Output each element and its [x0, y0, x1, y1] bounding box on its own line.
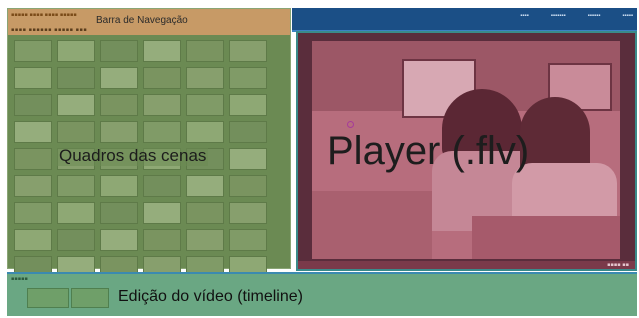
- nav-menu-row[interactable]: ▪▪▪▪ ▪▪▪▪▪▪ ▪▪▪▪▪ ▪▪▪: [11, 27, 87, 33]
- scene-thumbnail[interactable]: [14, 67, 52, 89]
- scene-thumbnail[interactable]: [57, 202, 95, 224]
- scene-thumbnail[interactable]: [14, 148, 52, 170]
- nav-header: ▪▪▪▪▪ ▪▪▪▪ ▪▪▪▪ ▪▪▪▪▪: [11, 12, 77, 18]
- scene-thumbnail[interactable]: [100, 121, 138, 143]
- scene-thumbnail[interactable]: [143, 229, 181, 251]
- scene-thumbnail[interactable]: [229, 175, 267, 197]
- scene-thumbnail[interactable]: [100, 67, 138, 89]
- scene-thumbnail[interactable]: [14, 121, 52, 143]
- navigation-bar-label: Barra de Navegação: [96, 15, 188, 26]
- scenes-panel: ▪▪▪▪▪ ▪▪▪▪ ▪▪▪▪ ▪▪▪▪▪ Barra de Navegação…: [7, 8, 291, 278]
- scenes-label: Quadros das cenas: [57, 146, 209, 166]
- timeline-header: ▪▪▪▪▪: [11, 276, 28, 282]
- scene-thumbnail[interactable]: [57, 229, 95, 251]
- scene-thumbnail[interactable]: [14, 40, 52, 62]
- top-link[interactable]: ▪▪▪▪▪: [622, 13, 633, 19]
- top-links: ▪▪▪▪ ▪▪▪▪▪▪▪ ▪▪▪▪▪▪ ▪▪▪▪▪: [520, 13, 633, 19]
- scene-thumbnail[interactable]: [186, 121, 224, 143]
- scene-thumbnail[interactable]: [186, 94, 224, 116]
- scene-thumbnail[interactable]: [229, 229, 267, 251]
- scene-thumbnail[interactable]: [186, 40, 224, 62]
- cursor-ring-icon: [347, 121, 354, 128]
- scene-thumbnail[interactable]: [186, 229, 224, 251]
- scene-thumbnail[interactable]: [143, 202, 181, 224]
- scene-thumbnail[interactable]: [229, 67, 267, 89]
- top-link[interactable]: ▪▪▪▪: [520, 13, 529, 19]
- scene-thumbnail[interactable]: [186, 202, 224, 224]
- scene-thumbnail[interactable]: [57, 94, 95, 116]
- scene-thumbnail[interactable]: [14, 175, 52, 197]
- scene-thumbnail[interactable]: [57, 175, 95, 197]
- scene-thumbnail[interactable]: [57, 67, 95, 89]
- scene-thumbnail[interactable]: [229, 40, 267, 62]
- scene-thumbnail[interactable]: [229, 202, 267, 224]
- scene-thumbnail[interactable]: [186, 67, 224, 89]
- chair-front: [472, 216, 620, 259]
- scene-thumbnail[interactable]: [100, 202, 138, 224]
- timeline-label: Edição do vídeo (timeline): [118, 288, 303, 305]
- scene-thumbnail[interactable]: [143, 121, 181, 143]
- scene-thumbnail[interactable]: [143, 40, 181, 62]
- top-bar: ▪▪▪▪ ▪▪▪▪▪▪▪ ▪▪▪▪▪▪ ▪▪▪▪▪: [292, 8, 637, 32]
- scene-thumbnail[interactable]: [100, 40, 138, 62]
- timeline-panel: ▪▪▪▪▪: [7, 272, 637, 316]
- scene-thumbnail[interactable]: [229, 148, 267, 170]
- scene-thumbnail[interactable]: [57, 40, 95, 62]
- scene-thumbnail[interactable]: [14, 202, 52, 224]
- scene-thumbnail[interactable]: [143, 175, 181, 197]
- top-link[interactable]: ▪▪▪▪▪▪▪: [551, 13, 566, 19]
- scene-thumbnail[interactable]: [100, 94, 138, 116]
- scene-thumbnail[interactable]: [229, 94, 267, 116]
- scene-thumbnail[interactable]: [186, 175, 224, 197]
- navigation-bar: ▪▪▪▪▪ ▪▪▪▪ ▪▪▪▪ ▪▪▪▪▪ Barra de Navegação…: [8, 9, 290, 35]
- player-controls-text: ▪▪▪▪ ▪▪: [607, 262, 629, 268]
- scene-thumbnail[interactable]: [100, 175, 138, 197]
- timeline-clip[interactable]: [27, 288, 69, 308]
- scene-thumbnail[interactable]: [57, 121, 95, 143]
- timeline-clip[interactable]: [71, 288, 109, 308]
- scene-thumbnail[interactable]: [100, 229, 138, 251]
- player-controls[interactable]: ▪▪▪▪ ▪▪: [298, 261, 635, 269]
- top-link[interactable]: ▪▪▪▪▪▪: [588, 13, 601, 19]
- chair-left: [312, 191, 432, 259]
- scene-thumbnail[interactable]: [143, 67, 181, 89]
- scene-thumbnail[interactable]: [143, 94, 181, 116]
- scene-thumbnail[interactable]: [229, 121, 267, 143]
- scene-thumbnail[interactable]: [14, 229, 52, 251]
- scene-thumbnail[interactable]: [14, 94, 52, 116]
- player-label: Player (.flv): [327, 129, 530, 173]
